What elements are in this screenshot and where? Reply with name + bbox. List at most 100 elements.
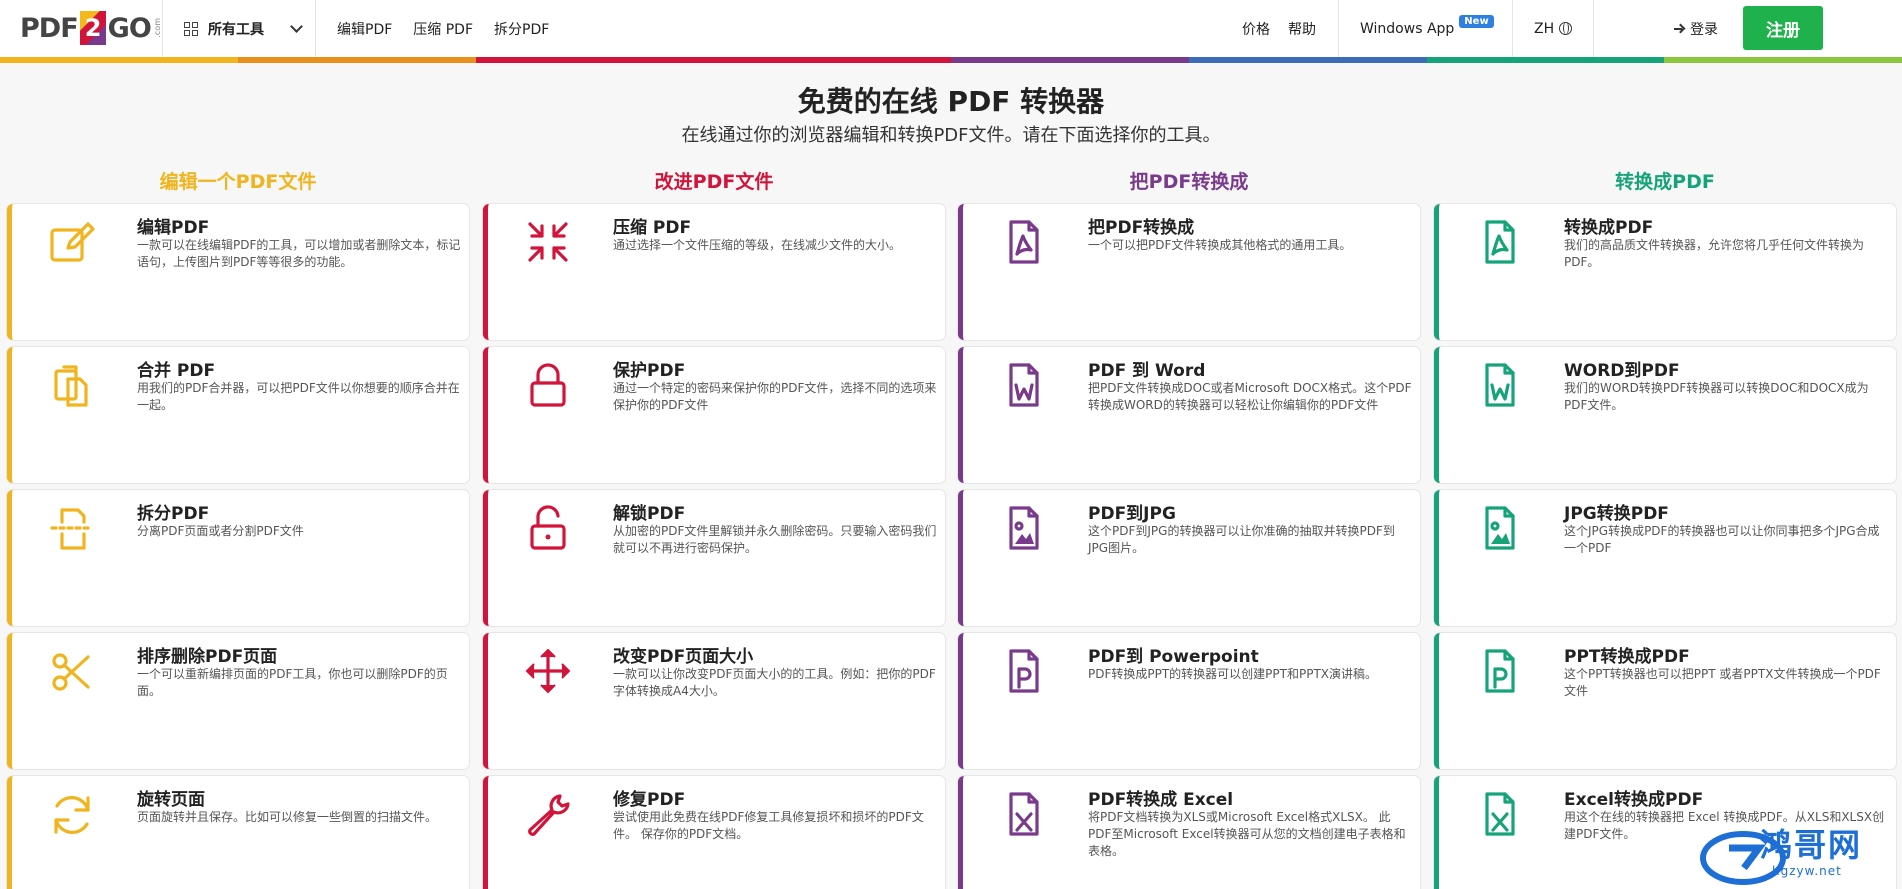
logo-text-com: .com xyxy=(152,18,162,38)
top-navbar: PDF 2 GO .com 所有工具 编辑PDF 压缩 PDF 拆分PDF 价格 帮助… xyxy=(0,0,1902,63)
tool-card-description: 将PDF文档转换为XLS或Microsoft Excel格式XLSX。 此PDF… xyxy=(1088,810,1406,858)
image-file-icon xyxy=(999,504,1047,552)
pdf2go-logo[interactable]: PDF 2 GO .com xyxy=(20,10,162,46)
tool-card-description: 用我们的PDF合并器，可以把PDF文件以你想要的顺序合并在一起。 xyxy=(137,381,460,412)
language-selector[interactable]: ZH xyxy=(1534,0,1573,57)
tool-card[interactable]: 合并 PDF 用我们的PDF合并器，可以把PDF文件以你想要的顺序合并在一起。 xyxy=(7,347,469,483)
tool-card[interactable]: 把PDF转换成 一个可以把PDF文件转换成其他格式的通用工具。 xyxy=(958,204,1420,340)
rainbow-segment xyxy=(713,57,951,63)
ppt-file-icon xyxy=(1475,647,1523,695)
ppt-file-icon xyxy=(999,647,1047,695)
nav-divider xyxy=(315,0,316,57)
tool-card-title: 解锁PDF xyxy=(613,504,686,524)
signup-button[interactable]: 注册 xyxy=(1743,6,1823,50)
tool-card-description: 这个JPG转换成PDF的转换器也可以让你同事把多个JPG合成一个PDF xyxy=(1564,524,1880,555)
tool-card[interactable]: PDF到 Powerpoint PDF转换成PPT的转换器可以创建PPT和PPT… xyxy=(958,633,1420,769)
tool-card[interactable]: PDF到JPG 这个PDF到JPG的转换器可以让你准确的抽取并转换PDF到JPG… xyxy=(958,490,1420,626)
rainbow-segment xyxy=(1664,57,1902,63)
rainbow-bar xyxy=(0,57,1902,63)
tool-card-description: 这个PPT转换器也可以把PPT 或者PPTX文件转换成一个PDF文件 xyxy=(1564,667,1881,698)
page-subtitle: 在线通过你的浏览器编辑和转换PDF文件。请在下面选择你的工具。 xyxy=(681,125,1221,146)
logo-text-2: 2 xyxy=(79,11,106,45)
column-title: 编辑一个PDF文件 xyxy=(159,171,317,193)
tool-card-title: 修复PDF xyxy=(613,790,686,810)
image-file-icon xyxy=(1475,504,1523,552)
tool-card[interactable]: 改变PDF页面大小 一款可以让你改变PDF页面大小的的工具。例如：把你的PDF字… xyxy=(483,633,945,769)
tool-card[interactable]: 排序删除PDF页面 一个可以重新编排页面的PDF工具，你也可以删除PDF的页面。 xyxy=(7,633,469,769)
tool-card-title: 把PDF转换成 xyxy=(1088,218,1195,238)
tool-card-description: 一个可以把PDF文件转换成其他格式的通用工具。 xyxy=(1088,238,1352,252)
watermark-text: 鸿哥网 xyxy=(1760,826,1863,864)
tool-card[interactable]: 压缩 PDF 通过选择一个文件压缩的等级，在线减少文件的大小。 xyxy=(483,204,945,340)
tool-card-title: 合并 PDF xyxy=(137,361,216,381)
tool-card-title: PDF到 Powerpoint xyxy=(1088,647,1259,667)
all-tools-dropdown[interactable]: 所有工具 xyxy=(184,0,303,57)
login-icon xyxy=(1674,23,1686,35)
tool-card-description: 尝试使用此免费在线PDF修复工具修复损坏和损坏的PDF文件。 保存你的PDF文档… xyxy=(613,810,924,841)
tool-card[interactable]: 拆分PDF 分离PDF页面或者分割PDF文件 xyxy=(7,490,469,626)
nav-divider xyxy=(162,0,163,57)
column-title: 转换成PDF xyxy=(1615,171,1715,193)
login-link[interactable]: 登录 xyxy=(1674,0,1718,57)
help-link[interactable]: 帮助 xyxy=(1288,0,1316,57)
edit-icon xyxy=(48,218,96,266)
tool-card-title: WORD到PDF xyxy=(1564,361,1680,381)
tool-card-title: 编辑PDF xyxy=(137,218,210,238)
nav-divider xyxy=(1593,0,1594,57)
logo-text-pdf: PDF xyxy=(20,12,79,44)
chevron-down-icon xyxy=(290,20,303,33)
tool-card[interactable]: PDF转换成 Excel 将PDF文档转换为XLS或Microsoft Exce… xyxy=(958,776,1420,889)
tool-card-description: 这个PDF到JPG的转换器可以让你准确的抽取并转换PDF到JPG图片。 xyxy=(1088,524,1395,555)
globe-icon xyxy=(1559,22,1573,35)
rainbow-segment xyxy=(237,57,476,63)
scissors-icon xyxy=(48,647,96,695)
login-label: 登录 xyxy=(1690,21,1718,38)
tool-card[interactable]: 转换成PDF 我们的高品质文件转换器，允许您将几乎任何文件转换为PDF。 xyxy=(1434,204,1896,340)
excel-file-icon xyxy=(999,790,1047,838)
tool-card-title: 保护PDF xyxy=(613,361,686,381)
word-file-icon xyxy=(999,361,1047,409)
help-label: 帮助 xyxy=(1288,21,1316,38)
tool-card[interactable]: PDF 到 Word 把PDF文件转换成DOC或者Microsoft DOCX格… xyxy=(958,347,1420,483)
nav-link-compress-pdf[interactable]: 压缩 PDF xyxy=(413,19,473,39)
nav-link-edit-pdf[interactable]: 编辑PDF xyxy=(337,19,392,39)
tool-card[interactable]: WORD到PDF 我们的WORD转换PDF转换器可以转换DOC和DOCX成为PD… xyxy=(1434,347,1896,483)
excel-file-icon xyxy=(1475,790,1523,838)
tool-card-description: 通过选择一个文件压缩的等级，在线减少文件的大小。 xyxy=(613,238,902,252)
tool-card[interactable]: 保护PDF 通过一个特定的密码来保护你的PDF文件，选择不同的选项来保护你的PD… xyxy=(483,347,945,483)
tool-card-description: 通过一个特定的密码来保护你的PDF文件，选择不同的选项来保护你的PDF文件 xyxy=(613,381,937,412)
nav-divider xyxy=(1512,0,1513,57)
tool-card-description: 分离PDF页面或者分割PDF文件 xyxy=(137,524,304,538)
word-file-icon xyxy=(1475,361,1523,409)
pdf-file-icon xyxy=(999,218,1047,266)
language-label: ZH xyxy=(1534,20,1555,37)
new-badge: New xyxy=(1459,15,1494,28)
tool-card[interactable]: PPT转换成PDF 这个PPT转换器也可以把PPT 或者PPTX文件转换成一个P… xyxy=(1434,633,1896,769)
wrench-icon xyxy=(524,790,572,838)
tool-card[interactable]: 旋转页面 页面旋转并且保存。比如可以修复一些倒置的扫描文件。 xyxy=(7,776,469,889)
rainbow-segment xyxy=(0,57,238,63)
quick-nav: 编辑PDF 压缩 PDF 拆分PDF xyxy=(337,0,549,57)
tool-card-description: 页面旋转并且保存。比如可以修复一些倒置的扫描文件。 xyxy=(137,810,438,824)
tool-card-description: 我们的高品质文件转换器，允许您将几乎任何文件转换为PDF。 xyxy=(1564,238,1865,269)
signup-label: 注册 xyxy=(1766,20,1800,41)
tool-card[interactable]: 修复PDF 尝试使用此免费在线PDF修复工具修复损坏和损坏的PDF文件。 保存你… xyxy=(483,776,945,889)
page-title: 免费的在线 PDF 转换器 xyxy=(797,85,1105,118)
tool-card-description: 一款可以让你改变PDF页面大小的的工具。例如：把你的PDF字体转换成A4大小。 xyxy=(613,667,936,698)
nav-link-split-pdf[interactable]: 拆分PDF xyxy=(494,19,549,39)
tool-card-title: PDF到JPG xyxy=(1088,504,1176,524)
tool-card-description: 一款可以在线编辑PDF的工具，可以增加或者删除文本，标记语句，上传图片到PDF等… xyxy=(137,238,461,269)
tool-card[interactable]: 编辑PDF 一款可以在线编辑PDF的工具，可以增加或者删除文本，标记语句，上传图… xyxy=(7,204,469,340)
tool-card-title: 改变PDF页面大小 xyxy=(613,647,754,667)
pricing-label: 价格 xyxy=(1242,21,1270,38)
tool-card[interactable]: 解锁PDF 从加密的PDF文件里解锁并永久删除密码。只要输入密码我们就可以不再进… xyxy=(483,490,945,626)
tool-card-title: PPT转换成PDF xyxy=(1564,647,1690,667)
windows-app-link[interactable]: Windows App New xyxy=(1360,0,1494,57)
column-title: 把PDF转换成 xyxy=(1129,171,1249,193)
tool-card-description: PDF转换成PPT的转换器可以创建PPT和PPTX演讲稿。 xyxy=(1088,667,1378,681)
pricing-link[interactable]: 价格 xyxy=(1242,0,1270,57)
all-tools-label: 所有工具 xyxy=(208,21,264,38)
tool-card-title: PDF 到 Word xyxy=(1088,361,1206,381)
tool-card-title: 转换成PDF xyxy=(1564,218,1654,238)
tool-card[interactable]: JPG转换PDF 这个JPG转换成PDF的转换器也可以让你同事把多个JPG合成一… xyxy=(1434,490,1896,626)
